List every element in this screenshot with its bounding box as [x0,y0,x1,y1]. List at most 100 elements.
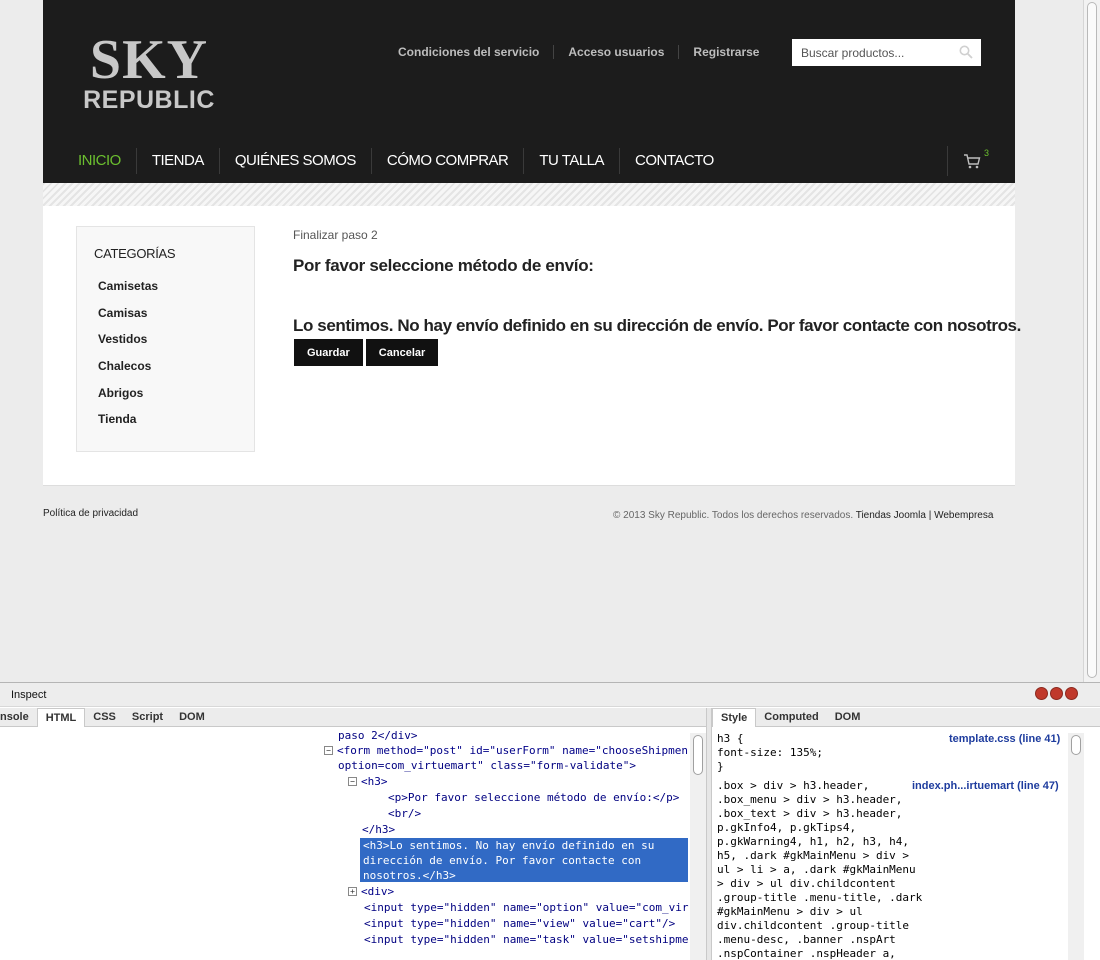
minimize-icon[interactable] [1035,687,1048,700]
main-menu: INICIO TIENDA QUIÉNES SOMOS CÓMO COMPRAR… [68,148,729,174]
menu-item-inicio[interactable]: INICIO [68,148,136,174]
html-node-text: <form method="post" id="userForm" name="… [337,744,688,757]
page-scrollbar-thumb[interactable] [1087,2,1097,678]
devtools-panel: Inspect nsole HTML CSS Script DOM Style … [0,682,1100,960]
tab-script[interactable]: Script [124,708,171,727]
css-rule-line: p.gkInfo4, p.gkTips4, [717,821,857,834]
css-rule-line: > div > ul div.childcontent [717,877,896,890]
html-node[interactable]: </h3> [362,822,395,838]
menu-item-tienda[interactable]: TIENDA [135,148,219,174]
html-node-form[interactable]: − <form method="post" id="userForm" name=… [324,743,688,759]
selected-line: nosotros.</h3> [363,869,456,882]
html-node[interactable]: <p>Por favor seleccione método de envío:… [388,790,679,806]
category-list: Camisetas Camisas Vestidos Chalecos Abri… [98,278,158,438]
css-rule-line: div.childcontent .group-title [717,919,910,932]
categories-sidebar: CATEGORÍAS Camisetas Camisas Vestidos Ch… [76,226,255,452]
site-logo[interactable]: SKY REPUBLIC [79,29,219,114]
page-scrollbar[interactable] [1083,0,1100,682]
selected-line: dirección de envío. Por favor contacte c… [363,854,642,867]
category-item-camisas[interactable]: Camisas [98,305,158,332]
page-container: SKY REPUBLIC Condiciones del servicio Ac… [43,0,1021,486]
search-icon[interactable] [959,45,973,59]
tab-html[interactable]: HTML [36,707,86,727]
category-item-tienda[interactable]: Tienda [98,411,158,438]
register-link[interactable]: Registrarse [678,45,773,59]
menu-item-contacto[interactable]: CONTACTO [619,148,729,174]
css-rule-line: .box > div > h3.header, [717,779,870,792]
menu-item-quienes-somos[interactable]: QUIÉNES SOMOS [218,148,371,174]
inspect-label[interactable]: Inspect [11,689,46,701]
save-button[interactable]: Guardar [294,339,363,366]
css-rule-line: h3 { [717,732,744,745]
html-panel-scrollbar-thumb[interactable] [693,735,703,775]
tab-side-dom[interactable]: DOM [827,708,869,727]
tiendas-joomla-link[interactable]: Tiendas Joomla [856,510,926,521]
devtools-side-tabs: Style Computed DOM [712,707,1100,727]
category-item-chalecos[interactable]: Chalecos [98,358,158,385]
html-node-div[interactable]: + <div> [348,884,394,900]
style-panel-scrollbar[interactable] [1068,733,1084,960]
css-rule-line: p.gkWarning4, h1, h2, h3, h4, [717,835,910,848]
css-rule-line: .box_text > div > h3.header, [717,807,903,820]
search-input[interactable] [792,39,957,66]
tab-dom[interactable]: DOM [171,708,213,727]
collapse-icon[interactable]: − [348,777,357,786]
html-node-text: <div> [361,885,395,898]
css-rule-line: } [717,760,724,773]
html-node-h3[interactable]: − <h3> [348,774,388,790]
css-source-link[interactable]: template.css (line 41) [949,732,1060,746]
css-rule-line[interactable]: font-size: 135%; [717,746,823,760]
tab-style[interactable]: Style [712,707,757,727]
main-content: CATEGORÍAS Camisetas Camisas Vestidos Ch… [43,206,1021,486]
css-rule-line: .nspContainer .nspHeader a, [717,947,896,960]
css-source-link[interactable]: index.ph...irtuemart (line 47) [912,779,1059,793]
shipment-heading: Por favor seleccione método de envío: [293,256,594,275]
html-node-text: <h3> [361,775,388,788]
cancel-button[interactable]: Cancelar [365,339,439,366]
css-rule-line: h5, .dark #gkMainMenu > div > [717,849,910,862]
logo-line2: REPUBLIC [83,86,215,114]
style-panel-scrollbar-thumb[interactable] [1071,735,1081,755]
cart-button[interactable]: 3 [947,146,1007,176]
devtools-titlebar: Inspect [0,683,1100,707]
sidebar-title: CATEGORÍAS [94,246,176,261]
css-rule-line: .box_menu > div > h3.header, [717,793,903,806]
expand-icon[interactable]: + [348,887,357,896]
html-node[interactable]: <br/> [388,806,421,822]
search-box [792,39,981,66]
logo-line1: SKY [89,29,209,91]
category-item-vestidos[interactable]: Vestidos [98,331,158,358]
html-node: option=com_virtuemart" class="form-valid… [338,759,637,772]
footer-copyright: © 2013 Sky Republic. Todos los derechos … [613,510,993,521]
close-icon[interactable] [1065,687,1078,700]
selected-line: <h3>Lo sentimos. No hay envío definido e… [363,839,655,852]
tab-css[interactable]: CSS [85,708,124,727]
category-item-abrigos[interactable]: Abrigos [98,385,158,412]
html-panel-scrollbar[interactable] [690,733,706,960]
css-rule-line: .group-title .menu-title, .dark [717,891,923,904]
collapse-icon[interactable]: − [324,746,333,755]
tab-computed[interactable]: Computed [756,708,826,727]
login-link[interactable]: Acceso usuarios [553,45,678,59]
html-node[interactable]: <input type="hidden" name="option" value… [364,900,689,916]
cart-count-badge: 3 [984,148,990,158]
terms-link[interactable]: Condiciones del servicio [384,45,553,59]
html-node[interactable]: paso 2</div> [338,728,417,744]
detach-icon[interactable] [1050,687,1063,700]
panel-splitter[interactable] [706,708,712,960]
style-panel: template.css (line 41) index.ph...irtuem… [714,728,1084,960]
decorative-stripes [43,183,1015,206]
html-node[interactable]: <input type="hidden" name="task" value="… [364,932,689,948]
css-rule-line: .menu-desc, .banner .nspArt [717,933,896,946]
privacy-link[interactable]: Política de privacidad [43,508,138,519]
tab-console[interactable]: nsole [0,708,37,727]
html-node[interactable]: <input type="hidden" name="view" value="… [364,916,675,932]
category-item-camisetas[interactable]: Camisetas [98,278,158,305]
menu-item-como-comprar[interactable]: CÓMO COMPRAR [370,148,524,174]
html-tree: paso 2</div> − <form method="post" id="us… [0,728,706,960]
cart-icon [964,154,981,169]
css-rule-line: #gkMainMenu > div > ul [717,905,863,918]
menu-item-tu-talla[interactable]: TU TALLA [523,148,619,174]
devtools-main-tabs: nsole HTML CSS Script DOM [0,707,706,727]
webempresa-link[interactable]: Webempresa [934,510,993,521]
